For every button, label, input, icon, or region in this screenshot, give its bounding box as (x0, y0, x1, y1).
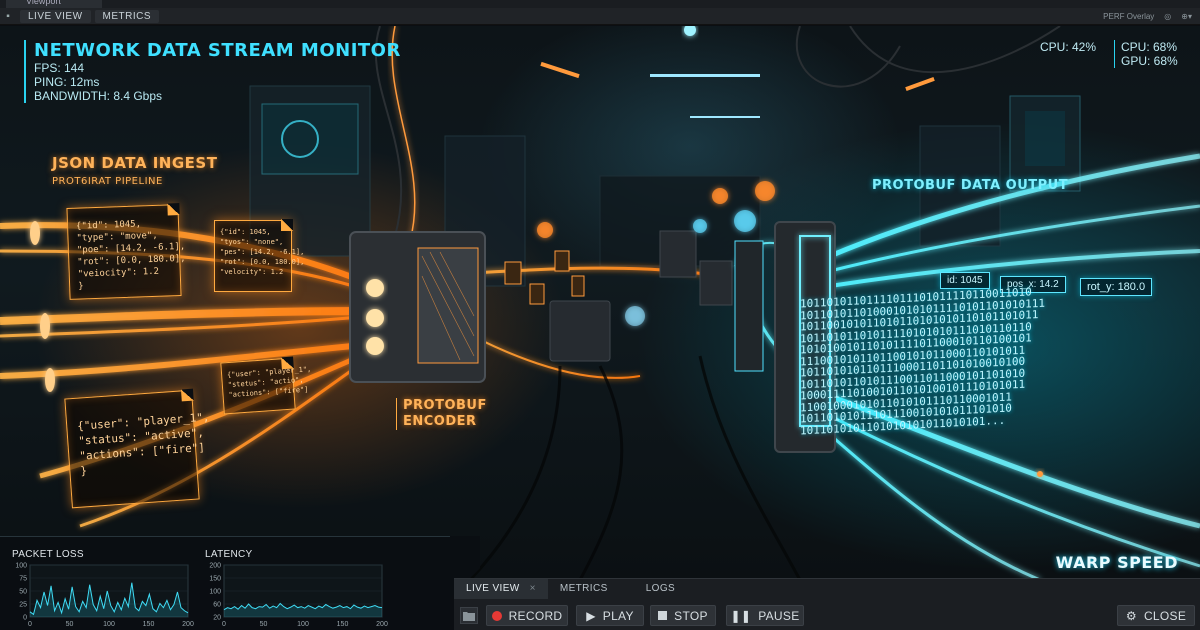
cpu-readout-right: CPU: 68% (1121, 40, 1178, 54)
tab-metrics[interactable]: METRICS (548, 579, 620, 599)
cpu-gpu-readout: CPU: 68% GPU: 68% (1114, 40, 1178, 68)
ceiling-lights (540, 26, 935, 118)
packet-loss-x-tick: 100 (103, 621, 115, 628)
packet-loss-y-tick: 0 (23, 615, 27, 622)
latency-x-tick: 100 (297, 621, 309, 628)
latency-x-tick: 0 (222, 621, 226, 628)
warp-speed-label: WARP SPEED (1055, 553, 1178, 572)
close-button[interactable]: ⚙ CLOSE (1117, 605, 1195, 626)
toolbar-tab-metrics[interactable]: METRICS (94, 9, 160, 23)
latency-y-tick: 100 (209, 589, 221, 596)
latency-y-tick: 150 (209, 576, 221, 583)
packet-loss-x-tick: 150 (143, 621, 155, 628)
viewport-toolbar: ▪ LIVE VIEW METRICS PERF Overlay ◎ ⊕▾ (0, 8, 1200, 25)
json-ingest-subtitle: PROT6IRAT PIPELINE (52, 176, 163, 187)
stop-button[interactable]: STOP (650, 605, 716, 626)
packet-loss-y-tick: 100 (15, 563, 27, 570)
folder-icon[interactable] (460, 607, 478, 624)
latency-y-tick: 200 (209, 563, 221, 570)
pause-label: PAUSE (758, 608, 800, 623)
packet-loss-y-tick: 25 (19, 602, 27, 609)
stream-rings (30, 221, 55, 392)
stop-label: STOP (674, 608, 708, 623)
close-label: CLOSE (1143, 608, 1187, 623)
packet-loss-x-tick: 50 (66, 621, 74, 628)
play-label: PLAY (602, 608, 634, 623)
graph-panel: PACKET LOSS 100 75 50 25 0 0 50 100 150 200 LATEN… (0, 536, 480, 630)
ping-readout: PING: 12ms (34, 75, 100, 89)
fps-readout: FPS: 144 (34, 61, 85, 75)
tab-logs[interactable]: LOGS (634, 579, 687, 599)
latency-x-tick: 50 (260, 621, 268, 628)
packet-loss-graph: 100 75 50 25 00 50 100 150 200 (15, 563, 194, 629)
record-label: RECORD (508, 608, 563, 623)
toolbar-right-group: PERF Overlay ◎ ⊕▾ (1103, 12, 1200, 21)
latency-x-tick: 150 (337, 621, 349, 628)
perf-overlay-label[interactable]: PERF Overlay (1103, 12, 1154, 21)
record-icon (491, 610, 502, 621)
packet-loss-title: PACKET LOSS (12, 549, 84, 560)
window-tab-viewport[interactable]: Viewport (6, 0, 102, 8)
tab-live-view[interactable]: LIVE VIEW × (454, 579, 548, 599)
latency-title: LATENCY (205, 549, 253, 560)
tag-id: id: 1045 (940, 272, 990, 289)
json-card-player-echo: {"user": "player_1", "stetus": "actio", … (220, 357, 312, 415)
encoder-label-line1: PROTOBUF (403, 398, 487, 413)
pause-button[interactable]: ❚❚ PAUSE (726, 605, 804, 626)
close-tab-icon[interactable]: × (530, 583, 536, 594)
latency-x-tick: 200 (376, 621, 388, 628)
binary-stream-text: 10110101101111011101011110110011010 1011… (800, 285, 1046, 437)
control-tabs: LIVE VIEW × METRICS LOGS (454, 579, 687, 599)
floor-cables (468, 355, 802, 580)
gear-icon: ⚙ (1125, 608, 1137, 623)
stop-icon (658, 611, 668, 620)
bandwidth-readout: BANDWIDTH: 8.4 Gbps (34, 89, 163, 103)
pause-icon: ❚❚ (730, 608, 752, 623)
packet-loss-y-tick: 50 (19, 589, 27, 596)
packet-loss-y-tick: 75 (19, 576, 27, 583)
packet-loss-x-tick: 0 (28, 621, 32, 628)
json-card-move-echo: {"id": 1045, "tyos": "none", "pes": [14.… (214, 219, 304, 292)
protobuf-encoder-label: PROTOBUF ENCODER (396, 398, 487, 430)
window-titlebar: Viewport (0, 0, 1200, 8)
encoder-label-line2: ENCODER (403, 414, 477, 429)
packet-loss-x-tick: 200 (182, 621, 194, 628)
latency-graph: 200 150 100 60 200 50 100 150 200 (209, 563, 388, 629)
latency-y-tick: 20 (213, 615, 221, 622)
json-card-player: {"user": "player_1", "status": "active",… (64, 389, 210, 509)
hud-stats-block: NETWORK DATA STREAM MONITOR FPS: 144 PIN… (24, 40, 401, 103)
record-button[interactable]: RECORD (486, 605, 568, 626)
protobuf-output-title: PROTOBUF DATA OUTPUT (872, 178, 1069, 193)
toolbar-tab-live-view[interactable]: LIVE VIEW (20, 9, 91, 23)
cpu-readout-left: CPU: 42% (1040, 40, 1097, 54)
play-icon: ▶ (586, 608, 596, 623)
playback-controls: LIVE VIEW × METRICS LOGS RECORD ▶ PLAY ST… (454, 578, 1200, 630)
camera-icon[interactable]: ◎ (1164, 12, 1171, 21)
tab-live-view-label: LIVE VIEW (466, 583, 520, 594)
viewport-menu-icon[interactable]: ▪ (0, 8, 16, 25)
view-options-icon[interactable]: ⊕▾ (1181, 12, 1192, 21)
play-button[interactable]: ▶ PLAY (576, 605, 644, 626)
gpu-readout: GPU: 68% (1121, 54, 1178, 68)
hud-title: NETWORK DATA STREAM MONITOR (34, 40, 401, 61)
latency-y-tick: 60 (213, 602, 221, 609)
json-ingest-title: JSON DATA INGEST (52, 154, 218, 172)
protobuf-encoder-device (349, 231, 486, 383)
json-card-move: {"id": 1045, "type": "move", "poe": [14.… (66, 204, 186, 300)
viewport-scene: NETWORK DATA STREAM MONITOR FPS: 144 PIN… (0, 26, 1200, 580)
